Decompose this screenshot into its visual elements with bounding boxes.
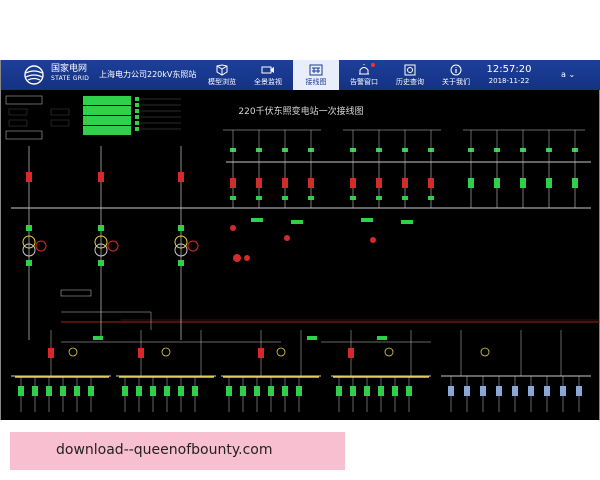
history-icon (404, 64, 416, 76)
panel-button[interactable] (5, 130, 43, 140)
brand: 国家电网 STATE GRID (51, 64, 89, 84)
alarm-icon (359, 64, 369, 75)
feeders-35kv (18, 376, 582, 412)
info-icon (450, 64, 462, 76)
camera-icon (261, 66, 274, 74)
nav-about-us[interactable]: 关于我们 (433, 60, 479, 90)
nav-label: 告警窗口 (350, 78, 378, 86)
alarm-badge (371, 63, 375, 67)
user-menu[interactable]: a ⌄ (561, 70, 575, 79)
watermark-banner: download--queenofbounty.com (10, 432, 345, 470)
top-bar: 国家电网 STATE GRID 上海电力公司220kV东照站 模型浏览 全景监视… (1, 60, 600, 90)
chevron-down-icon: ⌄ (568, 70, 576, 79)
station-title: 上海电力公司220kV东照站 (99, 70, 197, 79)
brand-en: STATE GRID (51, 75, 90, 82)
clock-date: 2018-11-22 (488, 77, 530, 85)
single-line-diagram: 220千伏东照变电站一次接线图 (5, 95, 600, 412)
diagram-title: 220千伏东照变电站一次接线图 (238, 105, 363, 117)
nav-label: 全景监视 (254, 78, 282, 86)
brand-cn: 国家电网 (51, 64, 88, 74)
nav-label: 接线图 (305, 78, 327, 86)
clock: 12:57:20 2018-11-22 (479, 64, 539, 86)
nav-label: 模型浏览 (208, 78, 236, 86)
watermark-text: download--queenofbounty.com (56, 442, 273, 458)
clock-time: 12:57:20 (486, 64, 532, 75)
status-block (83, 126, 131, 135)
nav-model-browse[interactable]: 模型浏览 (199, 60, 245, 90)
user-name: a (561, 70, 566, 79)
nav-panorama-monitor[interactable]: 全景监视 (245, 60, 291, 90)
state-grid-logo-icon (24, 65, 44, 85)
control-panel (5, 95, 181, 140)
status-block (83, 96, 131, 105)
status-block (83, 116, 131, 125)
nav-alarm-window[interactable]: 告警窗口 (341, 60, 387, 90)
model-icon (216, 64, 228, 76)
nav-label: 关于我们 (442, 78, 470, 86)
nav-label: 历史查询 (396, 78, 424, 86)
section-breakers (48, 330, 562, 376)
wiring-icon (309, 64, 323, 76)
scada-window: 国家电网 STATE GRID 上海电力公司220kV东照站 模型浏览 全景监视… (0, 60, 600, 420)
panel-button[interactable] (5, 95, 43, 105)
incoming-feeders (223, 129, 585, 243)
bus-220kv (11, 161, 591, 209)
status-block (83, 106, 131, 115)
transformers (22, 146, 250, 340)
nav-wiring-diagram[interactable]: 接线图 (293, 60, 339, 90)
nav-history-query[interactable]: 历史查询 (387, 60, 433, 90)
